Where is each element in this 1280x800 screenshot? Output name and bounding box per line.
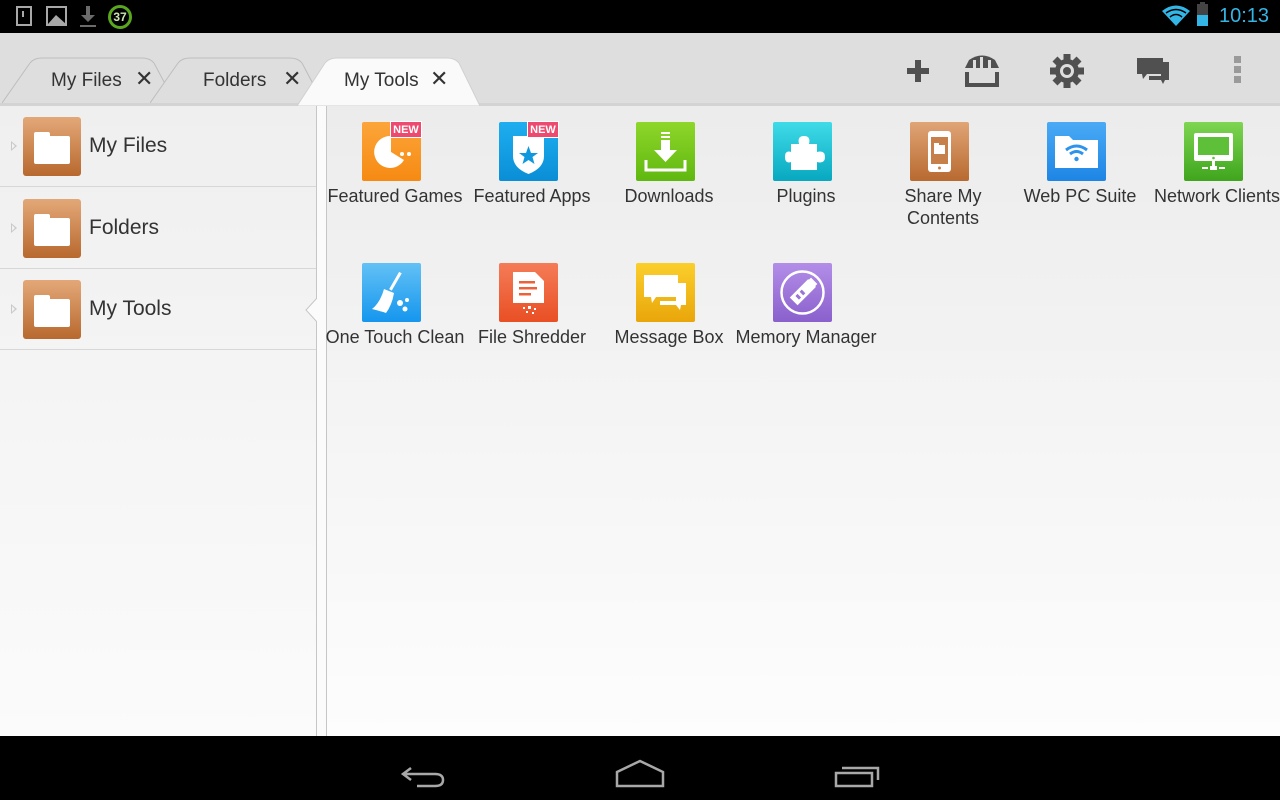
back-icon: [400, 767, 445, 788]
folder-icon: [23, 280, 81, 339]
download-file-icon: [16, 6, 32, 26]
home-icon: [615, 759, 665, 788]
tool-label: Memory Manager: [735, 327, 877, 347]
overflow-menu-button[interactable]: [1216, 51, 1260, 91]
phone-share-icon: [910, 122, 969, 181]
navigation-bar: [0, 736, 1280, 800]
tool-downloads[interactable]: Downloads: [601, 106, 737, 236]
expand-arrow-icon[interactable]: [11, 223, 17, 233]
tool-message-box[interactable]: Message Box: [601, 247, 737, 377]
battery-icon: [1197, 2, 1208, 26]
wifi-folder-icon: [1047, 122, 1106, 181]
recents-icon: [834, 766, 880, 788]
puzzle-icon: [773, 122, 832, 181]
chat-icon: [1137, 58, 1169, 84]
tool-featured-apps[interactable]: NEW Featured Apps: [464, 106, 600, 236]
store-button[interactable]: [960, 51, 1004, 91]
folder-icon: [23, 199, 81, 258]
recents-button[interactable]: [828, 750, 888, 790]
sidebar-item-my-files[interactable]: My Files: [0, 106, 316, 187]
tab-bar: My Files ✕ Folders ✕ My Tools ✕: [0, 33, 1280, 106]
memory-card-icon: [773, 263, 832, 322]
sidebar-item-label: My Files: [89, 134, 168, 157]
add-button[interactable]: [896, 51, 940, 91]
shredder-icon: [499, 263, 558, 322]
close-icon[interactable]: ✕: [430, 66, 448, 92]
tool-label: One Touch Clean: [325, 327, 465, 347]
expand-arrow-icon[interactable]: [11, 304, 17, 314]
tool-label: Featured Games: [327, 186, 463, 206]
tool-label: File Shredder: [477, 327, 587, 347]
download-tray-icon: [636, 122, 695, 181]
monitor-network-icon: [1184, 122, 1243, 181]
tool-label: Network Clients: [1153, 186, 1280, 206]
status-bar: 37 10:13: [0, 0, 1280, 33]
tab-my-tools[interactable]: My Tools ✕: [297, 57, 482, 106]
tool-memory-manager[interactable]: Memory Manager: [735, 247, 877, 377]
new-badge: NEW: [390, 121, 422, 138]
wifi-icon: [1162, 5, 1190, 32]
notification-count-badge: 37: [108, 5, 132, 29]
back-button[interactable]: [395, 750, 455, 790]
expand-arrow-icon[interactable]: [11, 141, 17, 151]
gear-icon: [1050, 54, 1084, 88]
image-icon: [46, 6, 67, 26]
message-box-icon: [636, 263, 695, 322]
new-badge: NEW: [527, 121, 559, 138]
tool-one-touch-clean[interactable]: One Touch Clean: [326, 247, 464, 377]
tab-label: Folders: [203, 70, 267, 91]
selection-pointer-icon: [305, 298, 318, 322]
store-icon: [965, 55, 999, 87]
shield-star-icon: NEW: [499, 121, 559, 181]
tool-label: Plugins: [776, 186, 836, 206]
tab-label: My Tools: [344, 70, 419, 91]
folder-icon: [23, 117, 81, 176]
sidebar-item-label: My Tools: [89, 297, 172, 320]
settings-button[interactable]: [1045, 51, 1089, 91]
messages-button[interactable]: [1131, 51, 1175, 91]
download-icon: [80, 6, 96, 28]
sidebar-item-label: Folders: [89, 216, 160, 239]
game-icon: NEW: [362, 121, 422, 181]
tool-file-shredder[interactable]: File Shredder: [464, 247, 600, 377]
sidebar: My Files Folders My Tools: [0, 106, 317, 736]
broom-icon: [362, 263, 421, 322]
tool-network-clients[interactable]: Network Clients: [1149, 106, 1280, 236]
tool-plugins[interactable]: Plugins: [738, 106, 874, 236]
tool-label: Message Box: [614, 327, 724, 347]
tools-grid: NEW Featured Games NEW Featured Apps Dow…: [326, 106, 1280, 736]
more-vert-icon: [1234, 56, 1241, 83]
tool-web-pc-suite[interactable]: Web PC Suite: [1012, 106, 1148, 236]
sidebar-item-folders[interactable]: Folders: [0, 188, 316, 269]
clock: 10:13: [1219, 5, 1270, 27]
tool-label: Share My Contents: [904, 186, 982, 228]
plus-icon: [907, 60, 929, 82]
tool-featured-games[interactable]: NEW Featured Games: [327, 106, 463, 236]
tab-my-files[interactable]: My Files ✕: [2, 57, 172, 103]
tab-folders[interactable]: Folders ✕: [150, 57, 320, 103]
tool-label: Featured Apps: [473, 186, 591, 206]
tool-label: Web PC Suite: [1023, 186, 1137, 206]
tool-label: Downloads: [624, 186, 714, 206]
tool-share-my-contents[interactable]: Share My Contents: [875, 106, 1011, 236]
tab-label: My Files: [51, 70, 122, 91]
sidebar-item-my-tools[interactable]: My Tools: [0, 269, 316, 350]
home-button[interactable]: [610, 750, 670, 790]
